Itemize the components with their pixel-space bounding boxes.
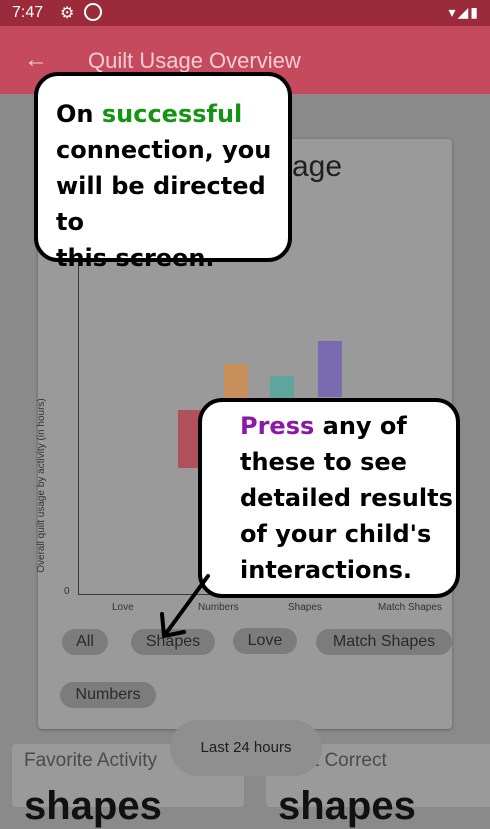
y-axis (78, 220, 79, 594)
status-time: 7:47 (12, 4, 44, 21)
tip-top-line2: connection, you (56, 136, 272, 164)
chip-all[interactable]: All (62, 629, 108, 655)
x-tick-label: Match Shapes (378, 602, 442, 613)
bar-match-shapes (318, 341, 342, 397)
chip-match-shapes[interactable]: Match Shapes (316, 629, 452, 655)
x-tick-label: Love (112, 602, 134, 613)
tip-bottom-line5: interactions. (240, 556, 412, 584)
tip-bubble-connection: On successful connection, you will be di… (34, 72, 292, 272)
pointer-arrow-icon (160, 574, 210, 638)
favorite-activity-label: Favorite Activity (24, 750, 158, 771)
page-title: Quilt Usage Overview (88, 48, 301, 73)
tip-top-highlight: successful (101, 100, 243, 128)
wifi-signal-battery-icons: ▾◢▮ (448, 4, 480, 20)
x-tick-label: Shapes (288, 602, 322, 613)
tip-top-line4: this screen. (56, 244, 215, 272)
y-axis-label: Overall quilt usage by activity (in hour… (35, 398, 47, 573)
tip-bubble-chips: Press any of these to see detailed resul… (198, 398, 460, 598)
tip-top-prefix: On (56, 100, 94, 128)
card-title: age (292, 150, 343, 183)
bar-shapes (270, 376, 294, 400)
back-arrow-icon[interactable]: ← (24, 46, 48, 74)
chip-numbers[interactable]: Numbers (60, 682, 156, 708)
chip-love[interactable]: Love (233, 628, 297, 654)
do-not-disturb-icon (84, 3, 102, 21)
tip-bottom-line2: these to see (240, 448, 407, 476)
tip-bottom-suffix: any of (322, 412, 407, 440)
tip-top-line3: will be directed to (56, 172, 266, 236)
status-bar: 7:47 ⚙ ▾◢▮ (0, 0, 490, 26)
y-tick-zero: 0 (64, 586, 70, 597)
tip-bottom-line3: detailed results (240, 484, 453, 512)
tip-bottom-line4: of your child's (240, 520, 432, 548)
gear-icon: ⚙ (60, 5, 75, 22)
tip-bottom-highlight: Press (240, 412, 315, 440)
time-range-toast: Last 24 hours (170, 720, 322, 776)
